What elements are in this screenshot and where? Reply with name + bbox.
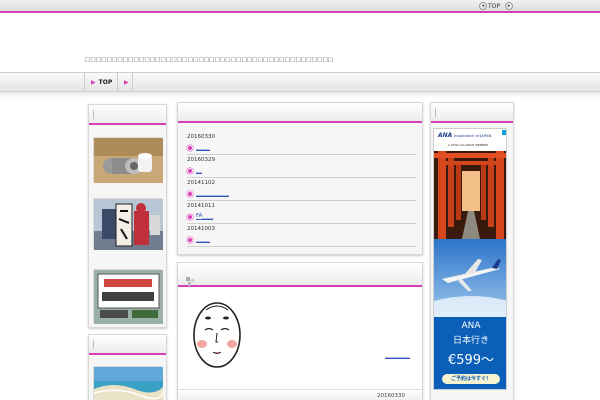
entry-date: 20141011: [187, 203, 215, 209]
ad-alliance: A STAR ALLIANCE MEMBER: [448, 143, 489, 147]
entry-date: 20141102: [187, 180, 215, 186]
triangle-right-icon: ▶: [91, 78, 96, 86]
entry-link[interactable]: _____: [196, 236, 210, 243]
global-nav: ▶ TOP ▶: [0, 72, 600, 92]
bullet-icon: [187, 214, 193, 220]
entry-date: 20160329: [187, 157, 215, 163]
ad-header: ANA Inspiration of JAPAN A STAR ALLIANCE…: [434, 129, 506, 151]
entry-date: 20160330: [187, 134, 215, 140]
ad-headline-1: ANA: [461, 321, 481, 331]
ad-inspiration: Inspiration of JAPAN: [454, 133, 492, 138]
post-widget: _________ 20160330: [177, 262, 423, 400]
entry-link[interactable]: _____: [196, 144, 210, 151]
widget-header: [431, 103, 513, 123]
ad-headline-2: 日本行き: [452, 336, 489, 346]
list-item[interactable]: 20141011 FA____: [187, 201, 416, 224]
entry-link[interactable]: __: [196, 167, 202, 174]
ad-choices-icon[interactable]: [502, 130, 506, 135]
entry-link[interactable]: FA____: [196, 213, 214, 220]
post-footer: 20160330: [178, 389, 422, 400]
ad-brand: ANA: [438, 132, 453, 139]
site-tagline: □□□□□□□□□□□□□□□□□□□□□□□□□□□□□□□□□□□□□□□□…: [85, 57, 334, 63]
thumbnail-image[interactable]: [93, 366, 164, 400]
post-header: [178, 263, 422, 287]
recent-entries-widget: 20160330 _____ 20160329 __ 20141102 ____…: [177, 102, 423, 255]
top-utility-bar: ◂ TOP ▸: [0, 0, 600, 13]
okame-face-illustration: [192, 300, 242, 370]
thumbnail-image[interactable]: [93, 198, 163, 250]
bullet-icon: [187, 237, 193, 243]
entry-date: 20141003: [187, 226, 215, 232]
widget-header: [178, 103, 422, 123]
list-item[interactable]: 20160329 __: [187, 155, 416, 178]
post-title-icon: [186, 271, 195, 286]
widget-header: [89, 105, 166, 125]
ana-advertisement[interactable]: ANA Inspiration of JAPAN A STAR ALLIANCE…: [433, 128, 507, 390]
widget-header: [89, 335, 166, 355]
site-header: □□□□□□□□□□□□□□□□□□□□□□□□□□□□□□□□□□□□□□□□…: [0, 15, 600, 72]
post-date: 20160330: [377, 393, 405, 399]
triangle-right-icon: ▶: [124, 78, 129, 86]
top-link[interactable]: TOP: [488, 2, 500, 11]
bullet-icon: [187, 191, 193, 197]
nav-shadow: [0, 92, 600, 98]
triangle-right-icon[interactable]: ▸: [505, 2, 513, 10]
thumbnail-image[interactable]: [93, 137, 163, 183]
list-item[interactable]: 20141003 _____: [187, 224, 416, 247]
torii-gates-photo: [434, 151, 506, 239]
nav-item-secondary[interactable]: ▶: [117, 73, 133, 91]
nav-item-label: TOP: [98, 78, 113, 86]
ad-offer-panel: ANA 日本行き €599～ ご予約は今すぐ！: [434, 317, 506, 389]
bullet-icon: [187, 168, 193, 174]
thumbnail-image[interactable]: [93, 269, 163, 324]
bullet-icon: [187, 145, 193, 151]
ad-cta-button[interactable]: ご予約は今すぐ！: [442, 374, 500, 384]
post-link[interactable]: _________: [385, 352, 410, 359]
list-item[interactable]: 20141102 ____________: [187, 178, 416, 201]
entry-link[interactable]: ____________: [196, 190, 229, 197]
list-item[interactable]: 20160330 _____: [187, 132, 416, 155]
ad-price: €599～: [447, 353, 495, 368]
airplane-photo: [434, 239, 506, 317]
triangle-left-icon[interactable]: ◂: [479, 2, 487, 10]
nav-item-top[interactable]: ▶ TOP: [84, 73, 117, 91]
